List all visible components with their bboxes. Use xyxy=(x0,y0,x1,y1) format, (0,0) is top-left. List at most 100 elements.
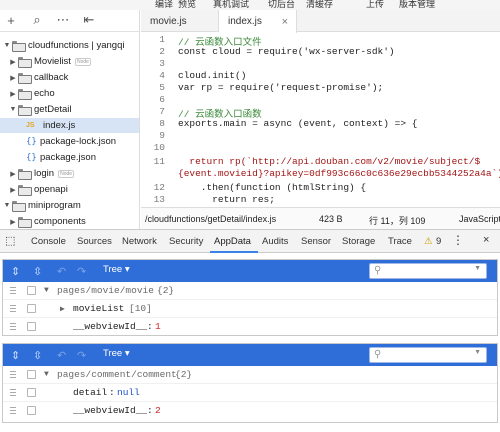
tree-item-label: index.js xyxy=(43,120,76,131)
tree-item-getdetail[interactable]: ▼ getDetail xyxy=(0,102,139,117)
tree-item-echo[interactable]: ▶ echo xyxy=(0,86,139,101)
tree-row[interactable]: ▼ pages/movie/movie {2} xyxy=(3,282,497,300)
line-number: 9 xyxy=(159,130,165,141)
tree-item-openapi[interactable]: ▶ openapi xyxy=(0,182,139,197)
chevron-down-icon[interactable]: ▼ xyxy=(44,370,49,379)
chevron-down-icon[interactable]: ▼ xyxy=(8,106,18,113)
tab-storage[interactable]: Storage xyxy=(342,236,375,247)
tree-item-index-js[interactable]: JS index.js xyxy=(0,118,139,133)
tree-row[interactable]: __webviewId__ : 2 xyxy=(3,402,497,420)
tree-item-package-lock[interactable]: {} package-lock.json xyxy=(0,134,139,149)
collapse-all-icon[interactable]: ⇳ xyxy=(33,349,42,362)
tree-row[interactable]: detail : null xyxy=(3,384,497,402)
tab-audits[interactable]: Audits xyxy=(262,236,288,247)
node-key: __webviewId__ xyxy=(73,405,148,416)
collapse-all-icon[interactable]: ⇳ xyxy=(33,265,42,278)
code-line: return res; xyxy=(178,194,275,205)
more-icon[interactable]: ⋯ xyxy=(56,12,70,27)
expand-all-icon[interactable]: ⇕ xyxy=(11,265,20,278)
chevron-down-icon[interactable]: ▼ xyxy=(44,286,49,295)
drag-handle-icon[interactable] xyxy=(10,371,16,379)
tree-item-components[interactable]: ▶ components xyxy=(0,214,139,229)
expand-all-icon[interactable]: ⇕ xyxy=(11,349,20,362)
tree-item-label: package-lock.json xyxy=(40,136,117,147)
node-value[interactable]: null xyxy=(117,387,140,398)
code-line: cloud.init() xyxy=(178,70,247,81)
tree-item-cloudfunctions[interactable]: ▼ cloudfunctions | yangqi xyxy=(0,38,139,53)
row-checkbox[interactable] xyxy=(27,304,36,313)
chevron-down-icon[interactable]: ▼ xyxy=(474,349,481,356)
row-checkbox[interactable] xyxy=(27,286,36,295)
tab-appdata[interactable]: AppData xyxy=(214,236,251,247)
tree-item-package-json[interactable]: {} package.json xyxy=(0,150,139,165)
menu-background[interactable]: 切后台 xyxy=(268,0,295,10)
view-mode-select[interactable]: Tree ▾ xyxy=(103,348,130,359)
drag-handle-icon[interactable] xyxy=(10,323,16,331)
folder-icon xyxy=(12,41,26,52)
more-vertical-icon[interactable]: ⋮ xyxy=(452,233,464,247)
tree-item-callback[interactable]: ▶ callback xyxy=(0,70,139,85)
collapse-icon[interactable]: ⇤ xyxy=(82,12,96,27)
chevron-right-icon[interactable]: ▶ xyxy=(60,304,65,314)
drag-handle-icon[interactable] xyxy=(10,287,16,295)
chevron-down-icon[interactable]: ▼ xyxy=(2,202,12,209)
close-icon[interactable]: × xyxy=(483,234,489,246)
node-value[interactable]: 1 xyxy=(155,321,161,332)
menu-remote-debug[interactable]: 真机调试 xyxy=(213,0,249,10)
code-area[interactable]: 1 // 云函数入口文件 2 const cloud = require('wx… xyxy=(141,32,500,207)
undo-icon[interactable]: ↶ xyxy=(57,349,66,362)
line-number: 7 xyxy=(159,106,165,117)
add-icon[interactable]: + xyxy=(4,13,18,28)
tab-movie-js[interactable]: movie.js xyxy=(141,10,219,32)
search-icon[interactable]: ⌕ xyxy=(30,12,44,27)
search-input[interactable]: ⚲ ▼ xyxy=(369,263,487,279)
tab-console[interactable]: Console xyxy=(31,236,66,247)
chevron-right-icon[interactable]: ▶ xyxy=(8,74,18,82)
chevron-right-icon[interactable]: ▶ xyxy=(8,90,18,98)
menu-version-manage[interactable]: 版本管理 xyxy=(399,0,435,10)
tab-index-js[interactable]: index.js × xyxy=(219,10,297,33)
chevron-down-icon[interactable]: ▼ xyxy=(2,42,12,49)
tab-network[interactable]: Network xyxy=(122,236,157,247)
tree-row[interactable]: ▶ movieList [10] xyxy=(3,300,497,318)
warning-icon[interactable]: ⚠ xyxy=(424,236,433,247)
tree-row[interactable]: __webviewId__ : 1 xyxy=(3,318,497,336)
tab-security[interactable]: Security xyxy=(169,236,203,247)
chevron-right-icon[interactable]: ▶ xyxy=(8,170,18,178)
chevron-right-icon[interactable]: ▶ xyxy=(8,186,18,194)
drag-handle-icon[interactable] xyxy=(10,407,16,415)
chevron-down-icon[interactable]: ▼ xyxy=(474,265,481,272)
row-checkbox[interactable] xyxy=(27,370,36,379)
chevron-right-icon[interactable]: ▶ xyxy=(8,218,18,226)
drag-handle-icon[interactable] xyxy=(10,389,16,397)
line-number: 6 xyxy=(159,94,165,105)
view-mode-select[interactable]: Tree ▾ xyxy=(103,264,130,275)
line-number: 1 xyxy=(159,34,165,45)
tab-sources[interactable]: Sources xyxy=(77,236,112,247)
tab-sensor[interactable]: Sensor xyxy=(301,236,331,247)
menu-upload[interactable]: 上传 xyxy=(366,0,384,10)
cursor-position[interactable]: 行 11，列 109 xyxy=(369,214,425,227)
language-mode[interactable]: JavaScript xyxy=(459,214,500,224)
tab-trace[interactable]: Trace xyxy=(388,236,412,247)
drag-handle-icon[interactable] xyxy=(10,305,16,313)
tree-item-movielist[interactable]: ▶ Movielist Node xyxy=(0,54,139,69)
close-icon[interactable]: × xyxy=(282,16,288,28)
inspect-icon[interactable]: ⬚ xyxy=(5,234,15,247)
tree-item-login[interactable]: ▶ login Node xyxy=(0,166,139,181)
undo-icon[interactable]: ↶ xyxy=(57,265,66,278)
menu-clear-cache[interactable]: 清缓存 xyxy=(306,0,333,10)
row-checkbox[interactable] xyxy=(27,322,36,331)
tree-row[interactable]: ▼ pages/comment/comment {2} xyxy=(3,366,497,384)
row-checkbox[interactable] xyxy=(27,406,36,415)
tree-item-miniprogram[interactable]: ▼ miniprogram xyxy=(0,198,139,213)
redo-icon[interactable]: ↷ xyxy=(77,265,86,278)
code-line: const cloud = require('wx-server-sdk') xyxy=(178,46,395,57)
menu-preview[interactable]: 预览 xyxy=(178,0,196,10)
redo-icon[interactable]: ↷ xyxy=(77,349,86,362)
chevron-right-icon[interactable]: ▶ xyxy=(8,58,18,66)
row-checkbox[interactable] xyxy=(27,388,36,397)
menu-compile[interactable]: 编译 xyxy=(155,0,173,10)
node-value[interactable]: 2 xyxy=(155,405,161,416)
search-input[interactable]: ⚲ ▼ xyxy=(369,347,487,363)
